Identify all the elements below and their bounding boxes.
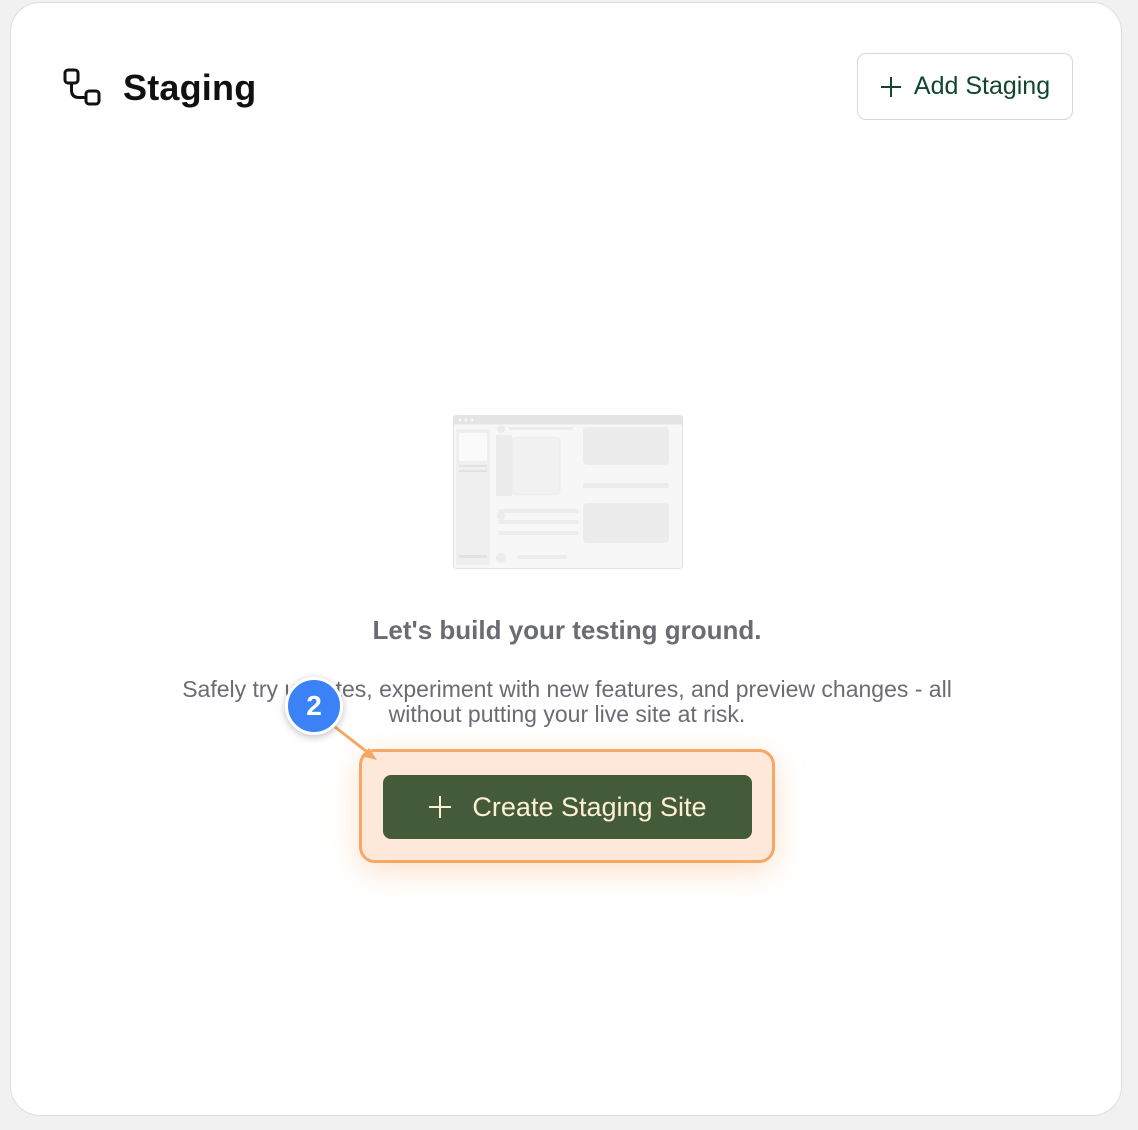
description-line-2: without putting your live site at risk. [388, 701, 746, 727]
arrow-icon [334, 725, 377, 760]
plus-icon [428, 795, 452, 819]
staging-card: Staging Add Staging Let's build your tes… [10, 2, 1122, 1116]
step-badge: 2 [285, 677, 343, 735]
create-staging-site-label: Create Staging Site [472, 791, 707, 822]
page-title: Staging [123, 67, 257, 108]
staging-nodes-icon [63, 67, 105, 109]
plus-icon [880, 76, 902, 98]
add-staging-label: Add Staging [913, 72, 1051, 100]
description-line-1: Safely try updates, experiment with new … [182, 676, 952, 702]
browser-window-illustration [453, 415, 683, 569]
empty-state-description: Safely try updates, experiment with new … [121, 677, 1013, 727]
empty-state-headline: Let's build your testing ground. [372, 615, 762, 645]
add-staging-button[interactable]: Add Staging [857, 53, 1073, 120]
title-group: Staging [63, 67, 256, 109]
card-header: Staging Add Staging [63, 53, 1073, 121]
create-staging-site-button[interactable]: Create Staging Site [383, 775, 752, 839]
